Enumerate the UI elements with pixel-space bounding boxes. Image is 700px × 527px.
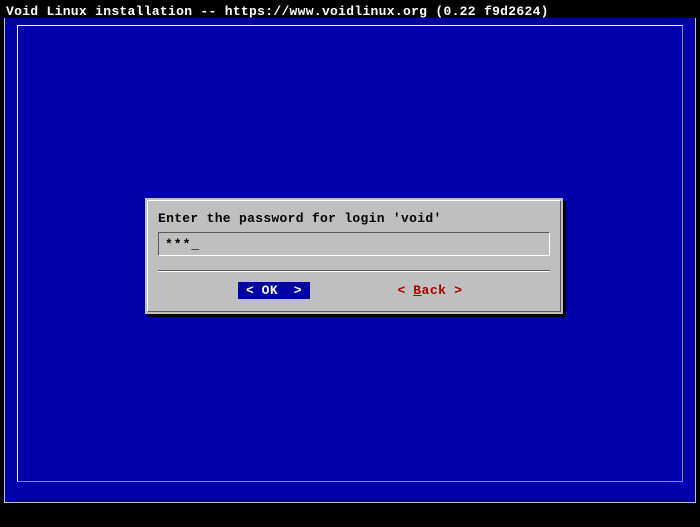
password-input[interactable]: ***_	[158, 232, 550, 256]
ok-button[interactable]: < OK >	[238, 282, 310, 299]
title-text: Void Linux installation -- https://www.v…	[6, 4, 549, 19]
dialog-body: Enter the password for login 'void' ***_…	[147, 200, 561, 312]
prompt-label: Enter the password for login 'void'	[158, 211, 550, 226]
password-masked: ***	[165, 237, 191, 252]
button-row: < OK > < Back >	[158, 272, 550, 299]
back-button[interactable]: < Back >	[390, 282, 470, 299]
password-dialog: Enter the password for login 'void' ***_…	[145, 198, 563, 314]
text-cursor: _	[191, 237, 199, 252]
bottom-bar	[4, 505, 696, 523]
title-bar: Void Linux installation -- https://www.v…	[4, 4, 696, 18]
installer-screen: Void Linux installation -- https://www.v…	[4, 4, 696, 503]
